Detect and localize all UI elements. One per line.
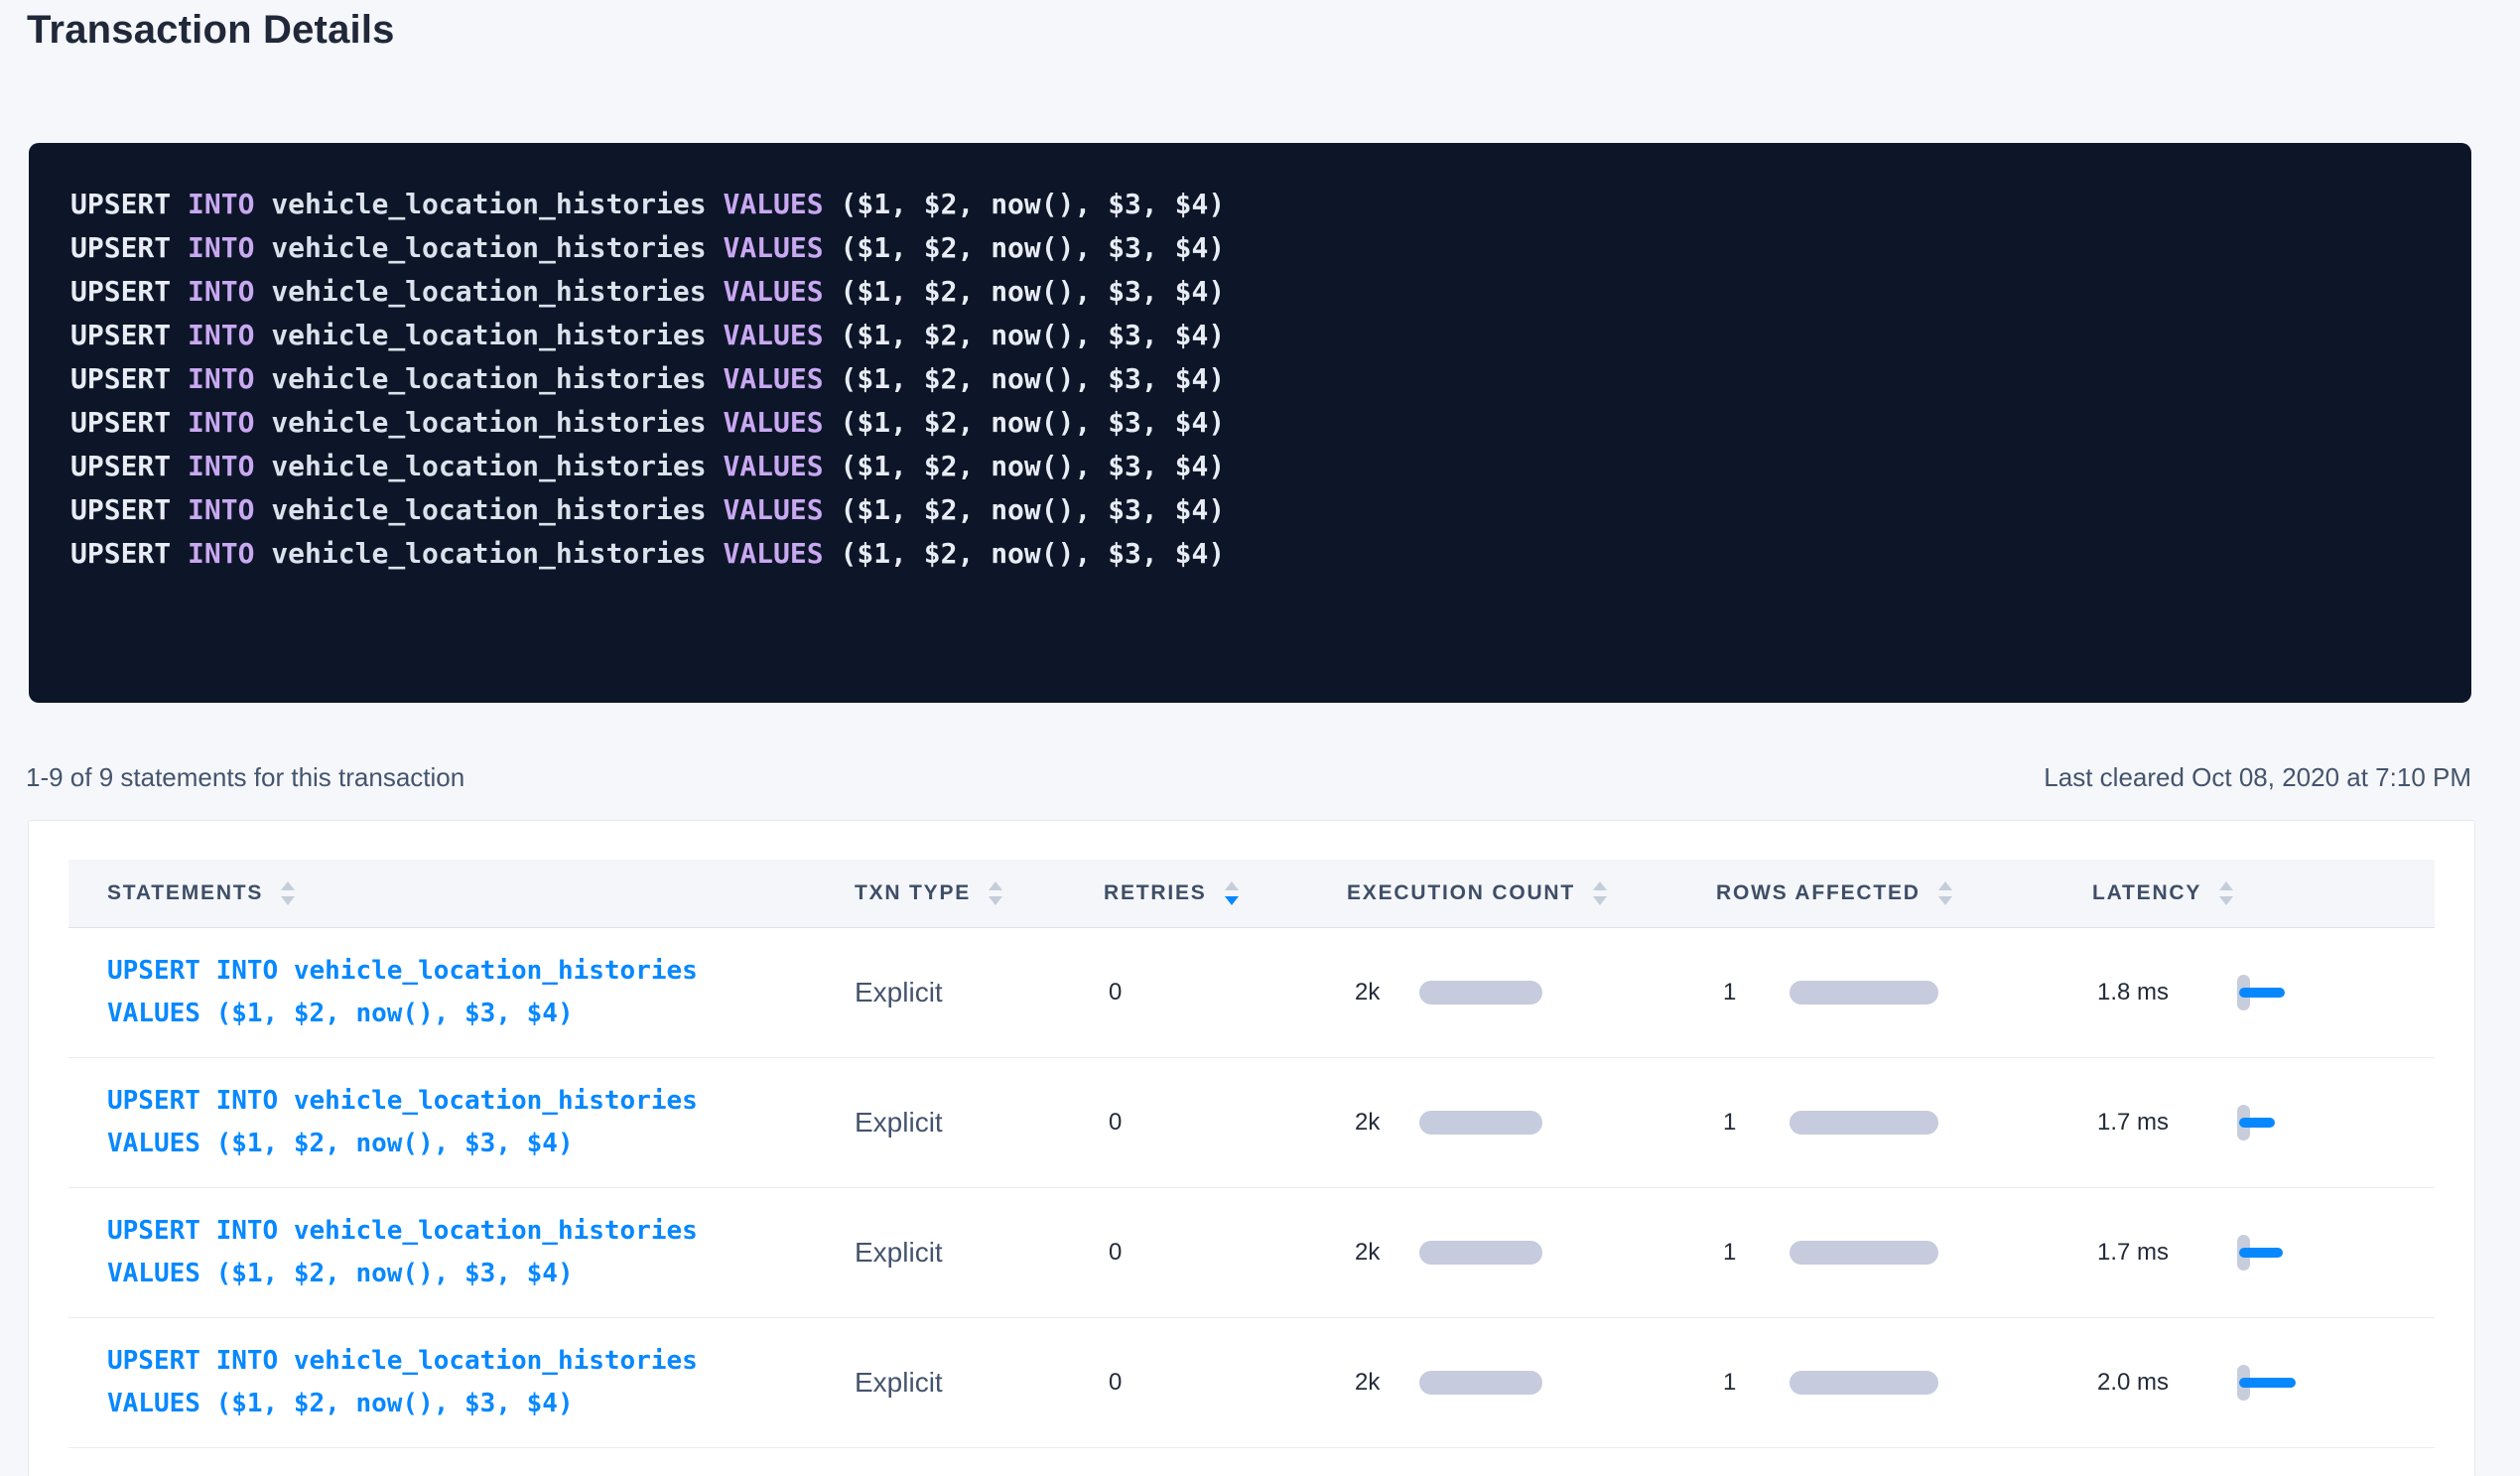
statements-table: Statements Txn Type Retries Execution Co…	[68, 860, 2435, 1448]
table-header-row: Statements Txn Type Retries Execution Co…	[68, 860, 2435, 928]
column-header-label: Execution Count	[1347, 881, 1575, 905]
page-title: Transaction Details	[27, 8, 395, 53]
statements-table-card: Statements Txn Type Retries Execution Co…	[29, 821, 2474, 1476]
execution-count-bar	[1419, 1111, 1542, 1135]
latency-bar-chart	[2237, 975, 2317, 1010]
table-row: UPSERT INTO vehicle_location_histories V…	[68, 928, 2435, 1058]
sort-arrows-icon[interactable]	[1938, 881, 1952, 905]
sql-statement-line: UPSERT INTO vehicle_location_histories V…	[70, 532, 2442, 576]
txn-type-cell: Explicit	[855, 977, 1104, 1008]
latency-cell: 1.7 ms	[2092, 1235, 2435, 1271]
sql-statement-line: UPSERT INTO vehicle_location_histories V…	[70, 401, 2442, 445]
txn-type-cell: Explicit	[855, 1107, 1104, 1139]
table-row: UPSERT INTO vehicle_location_histories V…	[68, 1318, 2435, 1448]
summary-row: 1-9 of 9 statements for this transaction…	[26, 762, 2471, 793]
column-header-label: Latency	[2092, 881, 2201, 905]
sql-statement-line: UPSERT INTO vehicle_location_histories V…	[70, 270, 2442, 314]
txn-type-cell: Explicit	[855, 1237, 1104, 1269]
execution-count-cell: 2k	[1347, 1369, 1716, 1397]
sort-up-icon	[989, 881, 1002, 890]
sql-statements-box: UPSERT INTO vehicle_location_histories V…	[29, 143, 2471, 703]
sort-down-icon	[989, 896, 1002, 905]
column-header-label: Txn Type	[855, 881, 971, 905]
rows-affected-cell: 1	[1716, 979, 2092, 1006]
column-header-latency[interactable]: Latency	[2092, 881, 2435, 905]
statement-cell: UPSERT INTO vehicle_location_histories V…	[68, 1080, 855, 1165]
latency-bar-chart	[2237, 1105, 2317, 1141]
rows-affected-bar	[1790, 981, 1938, 1005]
execution-count-bar	[1419, 981, 1542, 1005]
sort-down-icon	[2219, 896, 2233, 905]
statement-cell: UPSERT INTO vehicle_location_histories V…	[68, 1210, 855, 1295]
statement-link[interactable]: UPSERT INTO vehicle_location_histories V…	[107, 1080, 855, 1165]
rows-affected-bar	[1790, 1371, 1938, 1395]
sort-up-icon	[1593, 881, 1607, 890]
column-header-statements[interactable]: Statements	[68, 881, 855, 905]
statement-link[interactable]: UPSERT INTO vehicle_location_histories V…	[107, 1340, 855, 1425]
retries-cell: 0	[1104, 1109, 1347, 1137]
execution-count-cell: 2k	[1347, 1239, 1716, 1267]
column-header-label: Retries	[1104, 881, 1207, 905]
latency-bar-chart	[2237, 1365, 2317, 1401]
column-header-txn-type[interactable]: Txn Type	[855, 881, 1104, 905]
execution-count-bar	[1419, 1371, 1542, 1395]
table-body: UPSERT INTO vehicle_location_histories V…	[68, 928, 2435, 1448]
statement-link[interactable]: UPSERT INTO vehicle_location_histories V…	[107, 1210, 855, 1295]
rows-affected-cell: 1	[1716, 1109, 2092, 1137]
column-header-label: Rows Affected	[1716, 881, 1921, 905]
statement-cell: UPSERT INTO vehicle_location_histories V…	[68, 1340, 855, 1425]
column-header-label: Statements	[107, 881, 263, 905]
statements-count-text: 1-9 of 9 statements for this transaction	[26, 762, 464, 793]
latency-bar-chart	[2237, 1235, 2317, 1271]
sql-statement-line: UPSERT INTO vehicle_location_histories V…	[70, 183, 2442, 226]
latency-bar	[2239, 988, 2285, 998]
execution-count-cell: 2k	[1347, 979, 1716, 1006]
sql-statement-line: UPSERT INTO vehicle_location_histories V…	[70, 357, 2442, 401]
sort-arrows-icon[interactable]	[1593, 881, 1607, 905]
retries-cell: 0	[1104, 979, 1347, 1006]
sort-arrows-icon[interactable]	[281, 881, 295, 905]
latency-cell: 1.7 ms	[2092, 1105, 2435, 1141]
sort-up-icon	[1225, 881, 1239, 890]
execution-count-bar	[1419, 1241, 1542, 1265]
sql-statement-line: UPSERT INTO vehicle_location_histories V…	[70, 445, 2442, 488]
sort-down-icon	[1593, 896, 1607, 905]
column-header-execution-count[interactable]: Execution Count	[1347, 881, 1716, 905]
sort-down-icon	[1938, 896, 1952, 905]
column-header-retries[interactable]: Retries	[1104, 881, 1347, 905]
retries-cell: 0	[1104, 1239, 1347, 1267]
sort-arrows-icon[interactable]	[2219, 881, 2233, 905]
rows-affected-cell: 1	[1716, 1239, 2092, 1267]
latency-bar	[2239, 1118, 2275, 1128]
sort-up-icon	[2219, 881, 2233, 890]
sort-down-icon	[281, 896, 295, 905]
latency-bar	[2239, 1248, 2283, 1258]
latency-bar	[2239, 1378, 2296, 1388]
statement-link[interactable]: UPSERT INTO vehicle_location_histories V…	[107, 950, 855, 1035]
sql-statement-line: UPSERT INTO vehicle_location_histories V…	[70, 488, 2442, 532]
sort-arrows-icon[interactable]	[1225, 881, 1239, 905]
latency-cell: 2.0 ms	[2092, 1365, 2435, 1401]
rows-affected-bar	[1790, 1241, 1938, 1265]
table-row: UPSERT INTO vehicle_location_histories V…	[68, 1058, 2435, 1188]
sort-down-icon	[1225, 896, 1239, 905]
sort-up-icon	[1938, 881, 1952, 890]
last-cleared-text: Last cleared Oct 08, 2020 at 7:10 PM	[2044, 762, 2471, 793]
rows-affected-cell: 1	[1716, 1369, 2092, 1397]
sql-statement-line: UPSERT INTO vehicle_location_histories V…	[70, 314, 2442, 357]
execution-count-cell: 2k	[1347, 1109, 1716, 1137]
statement-cell: UPSERT INTO vehicle_location_histories V…	[68, 950, 855, 1035]
latency-cell: 1.8 ms	[2092, 975, 2435, 1010]
rows-affected-bar	[1790, 1111, 1938, 1135]
sort-up-icon	[281, 881, 295, 890]
table-row: UPSERT INTO vehicle_location_histories V…	[68, 1188, 2435, 1318]
retries-cell: 0	[1104, 1369, 1347, 1397]
sql-statement-line: UPSERT INTO vehicle_location_histories V…	[70, 226, 2442, 270]
column-header-rows-affected[interactable]: Rows Affected	[1716, 881, 2092, 905]
sort-arrows-icon[interactable]	[989, 881, 1002, 905]
txn-type-cell: Explicit	[855, 1367, 1104, 1399]
